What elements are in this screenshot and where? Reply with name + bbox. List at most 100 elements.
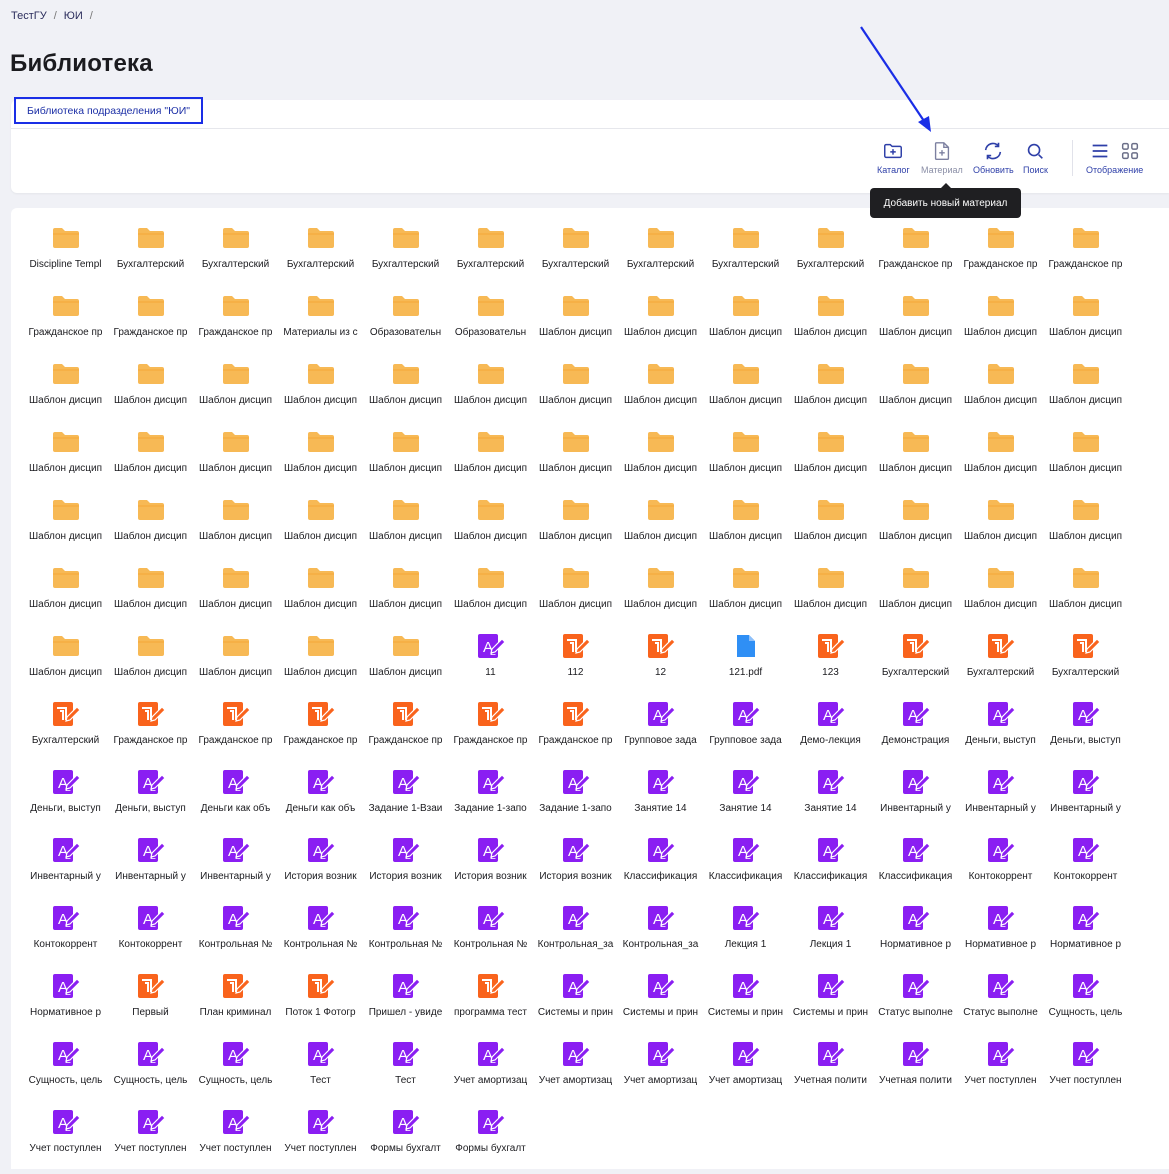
material-item[interactable]: AZ Классификация	[618, 834, 703, 902]
folder-item[interactable]: Шаблон дисцип	[193, 630, 278, 698]
folder-item[interactable]: Шаблон дисцип	[363, 494, 448, 562]
material-item[interactable]: AZ Групповое зада	[618, 698, 703, 766]
material-item[interactable]: AZ Задание 1-Взаи	[363, 766, 448, 834]
search-button[interactable]: Поиск	[1023, 140, 1048, 175]
material-item[interactable]: AZ Демонстрация	[873, 698, 958, 766]
material-item[interactable]: AZ Статус выполне	[873, 970, 958, 1038]
folder-item[interactable]: Шаблон дисцип	[363, 630, 448, 698]
folder-item[interactable]: Шаблон дисцип	[788, 562, 873, 630]
material-item[interactable]: AZ Деньги, выступ	[23, 766, 108, 834]
folder-item[interactable]: Шаблон дисцип	[278, 494, 363, 562]
material-item[interactable]: 123	[788, 630, 873, 698]
material-item[interactable]: AZ Контрольная №	[278, 902, 363, 970]
folder-item[interactable]: Бухгалтерский	[108, 222, 193, 290]
folder-item[interactable]: Шаблон дисцип	[703, 562, 788, 630]
material-item[interactable]: AZ Деньги, выступ	[1043, 698, 1128, 766]
folder-item[interactable]: Бухгалтерский	[193, 222, 278, 290]
folder-item[interactable]: Бухгалтерский	[363, 222, 448, 290]
material-item[interactable]: Гражданское пр	[533, 698, 618, 766]
folder-item[interactable]: Бухгалтерский	[448, 222, 533, 290]
material-item[interactable]: AZ Контокоррент	[1043, 834, 1128, 902]
folder-item[interactable]: Шаблон дисцип	[788, 494, 873, 562]
folder-item[interactable]: Шаблон дисцип	[958, 290, 1043, 358]
material-item[interactable]: AZ Формы бухгалт	[448, 1106, 533, 1174]
folder-item[interactable]: Шаблон дисцип	[278, 630, 363, 698]
material-item[interactable]: AZ Учет поступлен	[958, 1038, 1043, 1106]
material-item[interactable]: AZ Сущность, цель	[1043, 970, 1128, 1038]
refresh-button[interactable]: Обновить	[973, 140, 1014, 175]
material-item[interactable]: AZ Контрольная №	[363, 902, 448, 970]
material-item[interactable]: AZ Сущность, цель	[193, 1038, 278, 1106]
material-item[interactable]: AZ Пришел - увиде	[363, 970, 448, 1038]
folder-item[interactable]: Шаблон дисцип	[958, 358, 1043, 426]
folder-item[interactable]: Шаблон дисцип	[788, 426, 873, 494]
material-item[interactable]: AZ Контрольная_за	[618, 902, 703, 970]
material-item[interactable]: AZ 11	[448, 630, 533, 698]
material-item[interactable]: 112	[533, 630, 618, 698]
material-item[interactable]: AZ Нормативное р	[873, 902, 958, 970]
folder-item[interactable]: Шаблон дисцип	[618, 290, 703, 358]
folder-item[interactable]: Бухгалтерский	[788, 222, 873, 290]
material-item[interactable]: AZ Учет амортизац	[448, 1038, 533, 1106]
folder-item[interactable]: Гражданское пр	[958, 222, 1043, 290]
material-item[interactable]: AZ Деньги, выступ	[108, 766, 193, 834]
material-item[interactable]: AZ История возник	[448, 834, 533, 902]
material-item[interactable]: AZ Учет амортизац	[618, 1038, 703, 1106]
material-item[interactable]: AZ Контрольная №	[193, 902, 278, 970]
material-item[interactable]: AZ Классификация	[788, 834, 873, 902]
folder-item[interactable]: Материалы из с	[278, 290, 363, 358]
folder-item[interactable]: Шаблон дисцип	[108, 562, 193, 630]
material-item[interactable]: AZ Занятие 14	[788, 766, 873, 834]
material-item[interactable]: Бухгалтерский	[873, 630, 958, 698]
material-item[interactable]: AZ Инвентарный у	[873, 766, 958, 834]
folder-item[interactable]: Шаблон дисцип	[448, 562, 533, 630]
material-item[interactable]: AZ Учет амортизац	[533, 1038, 618, 1106]
view-toggle-button[interactable]: Отображение	[1086, 140, 1143, 175]
folder-item[interactable]: Гражданское пр	[193, 290, 278, 358]
folder-item[interactable]: Гражданское пр	[873, 222, 958, 290]
breadcrumb-item-ui[interactable]: ЮИ	[64, 10, 83, 22]
material-item[interactable]: 12	[618, 630, 703, 698]
folder-item[interactable]: Образовательн	[448, 290, 533, 358]
material-item[interactable]: программа тест	[448, 970, 533, 1038]
material-item[interactable]: Бухгалтерский	[23, 698, 108, 766]
material-item[interactable]: AZ Системы и прин	[703, 970, 788, 1038]
folder-item[interactable]: Шаблон дисцип	[703, 494, 788, 562]
folder-item[interactable]: Шаблон дисцип	[703, 290, 788, 358]
material-item[interactable]: AZ Тест	[278, 1038, 363, 1106]
material-item[interactable]: AZ Контокоррент	[958, 834, 1043, 902]
material-item[interactable]: AZ История возник	[278, 834, 363, 902]
folder-item[interactable]: Бухгалтерский	[278, 222, 363, 290]
material-button[interactable]: Материал	[921, 140, 963, 175]
folder-item[interactable]: Шаблон дисцип	[533, 562, 618, 630]
folder-item[interactable]: Шаблон дисцип	[873, 494, 958, 562]
folder-item[interactable]: Шаблон дисцип	[23, 494, 108, 562]
folder-item[interactable]: Шаблон дисцип	[363, 426, 448, 494]
folder-item[interactable]: Шаблон дисцип	[193, 358, 278, 426]
folder-item[interactable]: Шаблон дисцип	[1043, 494, 1128, 562]
folder-item[interactable]: Шаблон дисцип	[193, 562, 278, 630]
material-item[interactable]: AZ Занятие 14	[703, 766, 788, 834]
folder-item[interactable]: Образовательн	[363, 290, 448, 358]
catalog-button[interactable]: Каталог	[877, 140, 910, 175]
folder-item[interactable]: Бухгалтерский	[618, 222, 703, 290]
material-item[interactable]: AZ Статус выполне	[958, 970, 1043, 1038]
material-item[interactable]: AZ Деньги как объ	[193, 766, 278, 834]
material-item[interactable]: AZ Инвентарный у	[193, 834, 278, 902]
folder-item[interactable]: Шаблон дисцип	[278, 358, 363, 426]
folder-item[interactable]: Шаблон дисцип	[23, 358, 108, 426]
material-item[interactable]: AZ Инвентарный у	[958, 766, 1043, 834]
material-item[interactable]: AZ Классификация	[873, 834, 958, 902]
folder-item[interactable]: Шаблон дисцип	[873, 290, 958, 358]
folder-item[interactable]: Шаблон дисцип	[873, 358, 958, 426]
folder-item[interactable]: Шаблон дисцип	[278, 426, 363, 494]
material-item[interactable]: AZ Деньги как объ	[278, 766, 363, 834]
folder-item[interactable]: Шаблон дисцип	[1043, 562, 1128, 630]
material-item[interactable]: AZ Нормативное р	[958, 902, 1043, 970]
folder-item[interactable]: Шаблон дисцип	[278, 562, 363, 630]
folder-item[interactable]: Шаблон дисцип	[958, 426, 1043, 494]
folder-item[interactable]: Гражданское пр	[1043, 222, 1128, 290]
material-item[interactable]: AZ Контокоррент	[23, 902, 108, 970]
material-item[interactable]: AZ Инвентарный у	[108, 834, 193, 902]
material-item[interactable]: AZ Лекция 1	[788, 902, 873, 970]
